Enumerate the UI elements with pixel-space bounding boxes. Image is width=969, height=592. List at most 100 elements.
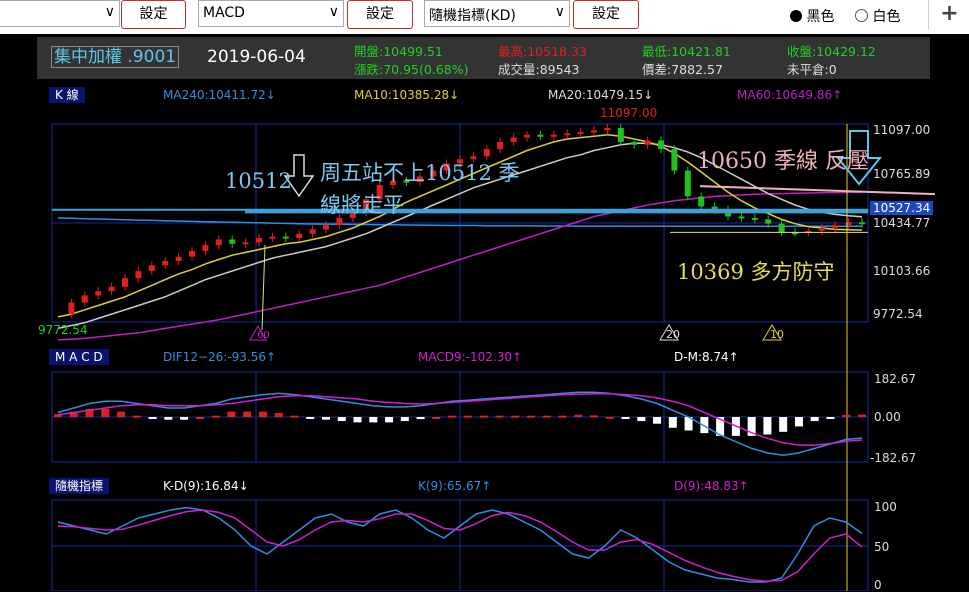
candle-body xyxy=(497,141,504,150)
candle-body xyxy=(644,140,651,145)
osc-bar xyxy=(810,417,819,422)
osc-bar xyxy=(211,415,220,418)
candle-body xyxy=(684,170,691,197)
osc-bar xyxy=(605,416,614,419)
ma60-label: MA60:10649.86↑ xyxy=(737,88,843,102)
kd-tag[interactable]: 隨機指標 xyxy=(49,478,110,494)
peak-label: 11097.00 xyxy=(600,106,658,120)
osc-bar xyxy=(558,415,567,418)
osc-bar xyxy=(432,417,441,419)
osc-bar xyxy=(258,411,267,417)
current-price-tick: 10527.34 xyxy=(870,201,934,215)
candle-body xyxy=(256,238,262,243)
osc-bar xyxy=(337,417,346,422)
price-tick: 9772.54 xyxy=(873,307,923,321)
macd-tick: -182.67 xyxy=(870,451,917,465)
marker-20: 20 xyxy=(666,328,680,341)
osc-bar xyxy=(322,417,330,420)
price-tick: 10103.66 xyxy=(873,264,931,278)
osc-bar xyxy=(195,417,204,419)
candle-body xyxy=(68,302,75,315)
osc-bar xyxy=(274,412,283,417)
annotation-10650: 10650 季線 反壓 xyxy=(697,149,869,174)
osc-bar xyxy=(385,417,394,423)
candle-body xyxy=(81,295,88,303)
osc-bar xyxy=(227,411,236,417)
osc-bar xyxy=(621,417,630,419)
osc-bar xyxy=(290,415,299,418)
osc-bar xyxy=(858,414,866,417)
candle-body xyxy=(242,242,249,245)
osc-bar xyxy=(479,415,488,418)
kd-tick: 0 xyxy=(874,578,882,592)
candle-body xyxy=(95,291,102,296)
osc-bar xyxy=(668,417,677,428)
kd-tick: 50 xyxy=(874,540,890,554)
osc-bar xyxy=(763,417,772,435)
candle-body xyxy=(189,250,195,257)
candle-body xyxy=(859,222,865,225)
osc-bar xyxy=(826,417,835,419)
candle-body xyxy=(671,149,678,171)
osc-bar xyxy=(448,415,457,418)
macd-tick: 0.00 xyxy=(874,410,901,424)
annotation-10512: 10512 xyxy=(225,169,292,193)
osc-bar xyxy=(180,417,189,420)
osc-bar xyxy=(842,414,851,417)
osc-bar xyxy=(400,417,409,422)
candle-body xyxy=(108,286,115,292)
osc-bar xyxy=(574,414,583,417)
kd-diff-label: K-D(9):16.84↓ xyxy=(163,479,249,493)
marker-10: 10 xyxy=(770,328,784,341)
macd-tag[interactable]: M A C D xyxy=(49,349,109,365)
osc-bar xyxy=(148,417,157,419)
osc-bar xyxy=(117,411,126,417)
price-tick: 10434.77 xyxy=(873,216,931,230)
osc-bar xyxy=(511,415,520,418)
marker-60-line xyxy=(261,244,266,331)
osc-bar xyxy=(416,417,425,420)
annotation-text-2: 線將走平 xyxy=(320,193,404,217)
candle-body xyxy=(175,256,182,261)
candle-body xyxy=(818,227,825,231)
d-label: D(9):48.83↑ xyxy=(674,479,749,493)
ma20-label: MA20:10479.15↓ xyxy=(548,88,654,102)
price-tick: 10765.89 xyxy=(873,167,931,181)
annotation-10369: 10369 多方防守 xyxy=(677,260,835,284)
candle-body xyxy=(631,141,638,145)
osc-bar xyxy=(542,415,551,418)
dm-label: D-M:8.74↑ xyxy=(674,350,739,364)
candle-body xyxy=(215,239,222,246)
osc-bar xyxy=(132,415,141,418)
candle-body xyxy=(323,225,329,230)
candle-body xyxy=(751,217,758,220)
candle-body xyxy=(591,130,597,133)
ma240-label: MA240:10411.72↓ xyxy=(163,88,276,102)
candle-body xyxy=(122,278,128,287)
macd9-label: MACD9:-102.30↑ xyxy=(418,350,523,364)
ma10-label: MA10:10385.28↓ xyxy=(354,88,460,102)
candle-body xyxy=(148,265,155,272)
osc-bar xyxy=(369,417,378,423)
candle-body xyxy=(577,131,584,134)
kd-tick: 100 xyxy=(874,500,897,514)
kline-tag[interactable]: K 線 xyxy=(49,87,85,103)
candle-body xyxy=(162,260,169,266)
macd-tick: 182.67 xyxy=(874,372,916,386)
candle-body xyxy=(778,223,785,233)
osc-bar xyxy=(794,417,803,427)
candle-body xyxy=(604,128,611,131)
candle-body xyxy=(135,271,142,279)
osc-bar xyxy=(590,415,598,418)
candle-body xyxy=(229,239,236,244)
osc-bar xyxy=(637,417,646,422)
annotation-text-1: 周五站不上10512 季 xyxy=(320,161,520,185)
osc-bar xyxy=(353,417,362,423)
candle-body xyxy=(309,229,316,234)
candle-body xyxy=(617,128,624,142)
osc-bar xyxy=(243,411,252,417)
osc-bar xyxy=(306,417,315,419)
osc-bar xyxy=(164,417,173,420)
candle-body xyxy=(336,217,343,226)
candle-body xyxy=(765,219,772,224)
